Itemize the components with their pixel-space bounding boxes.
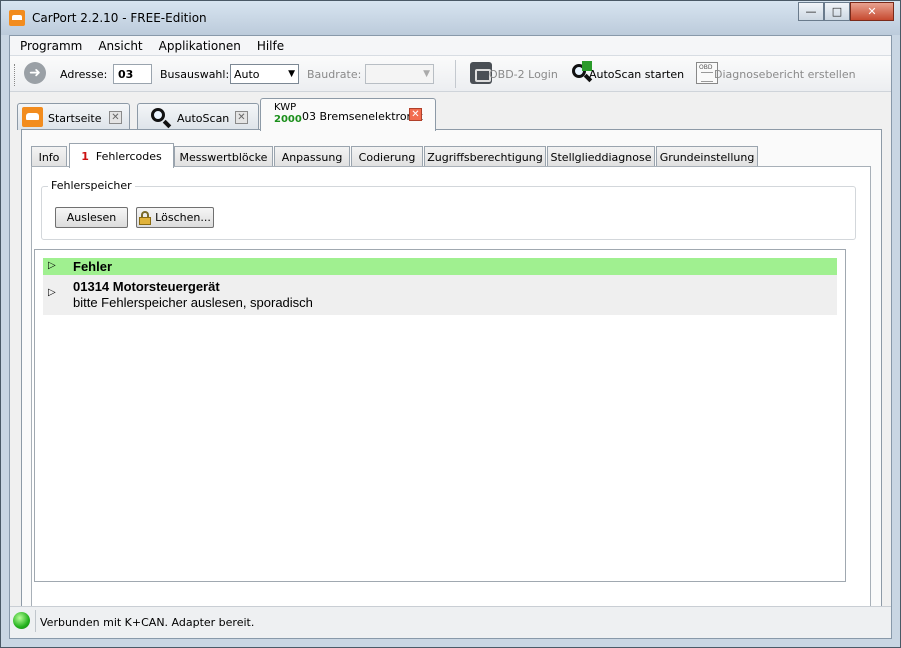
menu-hilfe[interactable]: Hilfe (249, 39, 292, 53)
fault-memory-title: Fehlerspeicher (48, 179, 135, 192)
toolbar: ➜ Adresse: 03 Busauswahl: Auto ▼ Baudrat… (10, 56, 891, 92)
tab-bremsenelektronik[interactable]: KWP 2000 03 Bremsenelektronik ✕ (260, 98, 436, 131)
tab-zugriffsberechtigung[interactable]: Zugriffsberechtigung (424, 146, 546, 167)
lock-icon (139, 210, 152, 225)
read-faults-button[interactable]: Auslesen (55, 207, 128, 228)
obd-login-button[interactable]: OBD-2 Login (489, 68, 558, 81)
search-icon (150, 107, 172, 129)
fault-list: ▷ Fehler ▷ 01314 Motorsteuergerät bitte … (34, 249, 846, 582)
toolbar-grip[interactable] (14, 64, 17, 86)
chevron-down-icon: ▼ (423, 69, 430, 79)
tab-anpassung[interactable]: Anpassung (274, 146, 350, 167)
tab-stellglieddiagnose[interactable]: Stellglieddiagnose (547, 146, 655, 167)
tab-startseite[interactable]: Startseite ✕ (17, 103, 130, 130)
expand-triangle-icon[interactable]: ▷ (48, 260, 56, 271)
bus-select[interactable]: Auto ▼ (230, 64, 299, 84)
fault-codes-panel: Fehlerspeicher Auslesen Löschen... ▷ Feh… (31, 166, 871, 616)
menu-bar: Programm Ansicht Applikationen Hilfe (10, 36, 891, 56)
list-item[interactable]: ▷ 01314 Motorsteuergerät bitte Fehlerspe… (43, 275, 837, 315)
fault-code-title: 01314 Motorsteuergerät (73, 279, 220, 294)
close-button[interactable]: ✕ (850, 2, 894, 21)
bus-select-label: Busauswahl: (160, 68, 230, 81)
status-text: Verbunden mit K+CAN. Adapter bereit. (40, 616, 255, 629)
module-panel: Info 1 Fehlercodes Messwertblöcke Anpass… (21, 129, 882, 625)
protocol-label: KWP (274, 102, 297, 113)
tab-messwertbloecke[interactable]: Messwertblöcke (174, 146, 273, 167)
chevron-down-icon: ▼ (288, 69, 295, 79)
protocol-version: 2000 (274, 114, 302, 125)
close-tab-icon[interactable]: ✕ (235, 111, 248, 124)
fault-list-header-title: Fehler (73, 259, 113, 274)
status-divider (35, 610, 36, 632)
tab-grundeinstellung[interactable]: Grundeinstellung (656, 146, 758, 167)
app-window: CarPort 2.2.10 - FREE-Edition — □ ✕ Prog… (0, 0, 901, 648)
maximize-button[interactable]: □ (824, 2, 850, 21)
tab-bremsenelektronik-label: 03 Bremsenelektronik (302, 110, 423, 123)
title-bar[interactable]: CarPort 2.2.10 - FREE-Edition — □ ✕ (1, 1, 900, 35)
tab-codierung[interactable]: Codierung (351, 146, 423, 167)
connection-status-icon (13, 612, 30, 629)
close-tab-icon[interactable]: ✕ (109, 111, 122, 124)
clear-faults-button[interactable]: Löschen... (136, 207, 214, 228)
minimize-button[interactable]: — (798, 2, 824, 21)
close-tab-icon[interactable]: ✕ (409, 108, 422, 121)
expand-triangle-icon[interactable]: ▷ (48, 287, 56, 298)
client-area: Programm Ansicht Applikationen Hilfe ➜ A… (9, 35, 892, 639)
bus-select-value: Auto (234, 68, 260, 81)
autoscan-start-button[interactable]: AutoScan starten (589, 68, 684, 81)
fault-memory-group: Fehlerspeicher Auslesen Löschen... (41, 179, 856, 240)
tab-startseite-label: Startseite (48, 112, 102, 125)
tab-info[interactable]: Info (31, 146, 67, 167)
status-bar: Verbunden mit K+CAN. Adapter bereit. (10, 606, 891, 638)
tab-autoscan[interactable]: AutoScan ✕ (137, 103, 259, 130)
menu-ansicht[interactable]: Ansicht (90, 39, 150, 53)
address-label: Adresse: (60, 68, 108, 81)
tab-fehlercodes[interactable]: 1 Fehlercodes (69, 143, 174, 168)
window-title: CarPort 2.2.10 - FREE-Edition (32, 11, 207, 25)
tab-fehlercodes-label: Fehlercodes (95, 149, 162, 163)
toolbar-separator (455, 60, 456, 88)
diagnostic-report-button[interactable]: Diagnosebericht erstellen (714, 68, 856, 81)
baudrate-select: ▼ (365, 64, 434, 84)
car-icon (22, 107, 43, 127)
carport-app-icon (9, 10, 25, 26)
fault-count-badge: 1 (81, 149, 89, 163)
window-controls: — □ ✕ (798, 2, 894, 21)
clear-faults-label: Löschen... (155, 211, 211, 224)
menu-programm[interactable]: Programm (12, 39, 90, 53)
fault-list-header[interactable]: ▷ Fehler (43, 258, 837, 275)
address-input[interactable]: 03 (113, 64, 152, 84)
baudrate-label: Baudrate: (307, 68, 362, 81)
menu-applikationen[interactable]: Applikationen (151, 39, 249, 53)
fault-description: bitte Fehlerspeicher auslesen, sporadisc… (73, 295, 313, 310)
arrow-right-icon[interactable]: ➜ (24, 62, 46, 84)
tab-autoscan-label: AutoScan (177, 112, 230, 125)
